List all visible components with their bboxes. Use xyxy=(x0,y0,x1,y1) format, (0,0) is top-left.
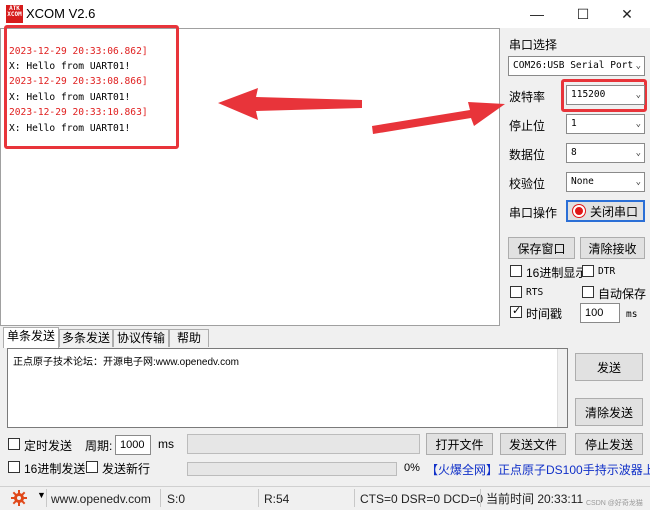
chevron-down-icon: ⌄ xyxy=(635,61,641,71)
watermark: CSDN @好奇龙猫 xyxy=(586,500,643,507)
auto-save-checkbox[interactable] xyxy=(582,286,594,298)
auto-save-label: 自动保存 xyxy=(598,287,647,301)
close-port-button[interactable]: 关闭串口 xyxy=(566,200,645,222)
period-label: 周期: xyxy=(85,439,113,453)
arrow-left-icon xyxy=(218,88,362,120)
timestamp-label: 时间戳 xyxy=(526,307,563,321)
status-sent-count: S:0 xyxy=(167,492,186,506)
clear-send-button[interactable]: 清除发送 xyxy=(575,398,643,426)
rts-checkbox[interactable] xyxy=(510,286,522,298)
timestamp-interval-input[interactable]: 100 xyxy=(580,303,620,323)
status-current-time: 当前时间 20:33:11 xyxy=(486,492,584,506)
port-select[interactable]: COM26:USB Serial Port ⌄ xyxy=(508,56,645,76)
save-window-button[interactable]: 保存窗口 xyxy=(508,237,575,259)
dtr-label: DTR xyxy=(598,266,616,277)
send-input[interactable]: 正点原子技术论坛：开源电子网:www.openedv.com xyxy=(7,348,568,428)
send-newline-label: 发送新行 xyxy=(102,462,151,476)
chevron-down-icon: ⌄ xyxy=(635,148,641,158)
port-status-icon xyxy=(572,205,585,217)
chevron-down-icon: ⌄ xyxy=(635,90,641,100)
timed-send-checkbox[interactable] xyxy=(8,438,20,450)
chevron-down-icon: ⌄ xyxy=(635,177,641,187)
status-line-states: CTS=0 DSR=0 DCD=0 xyxy=(360,492,484,506)
timestamp-unit: ms xyxy=(626,309,638,320)
parity-select[interactable]: None ⌄ xyxy=(566,172,645,192)
rts-label: RTS xyxy=(526,287,544,298)
timestamp-checkbox[interactable] xyxy=(510,304,522,318)
hex-display-checkbox[interactable] xyxy=(510,265,522,277)
hex-send-label: 16进制发送 xyxy=(24,462,86,476)
hex-display-label: 16进制显示 xyxy=(526,266,588,280)
status-received-count: R:54 xyxy=(264,492,290,506)
settings-gear-icon[interactable] xyxy=(9,489,29,507)
send-newline-checkbox[interactable] xyxy=(86,461,98,473)
tab-multi-send[interactable]: 多条发送 xyxy=(59,329,113,347)
data-bits-select[interactable]: 8 ⌄ xyxy=(566,143,645,163)
send-file-button[interactable]: 发送文件 xyxy=(500,433,566,455)
hex-send-checkbox[interactable] xyxy=(8,461,20,473)
status-url[interactable]: www.openedv.com xyxy=(51,490,151,508)
parity-label: 校验位 xyxy=(509,177,546,191)
send-progress-bar xyxy=(187,462,397,476)
file-path-field[interactable] xyxy=(187,434,420,454)
baud-rate-select[interactable]: 115200 ⌄ xyxy=(566,85,645,105)
timed-send-label: 定时发送 xyxy=(24,439,73,453)
data-bits-label: 数据位 xyxy=(509,148,546,162)
send-scrollbar[interactable] xyxy=(557,349,567,427)
tab-protocol[interactable]: 协议传输 xyxy=(113,329,169,347)
baud-rate-label: 波特率 xyxy=(509,90,546,104)
tab-single-send[interactable]: 单条发送 xyxy=(3,327,59,348)
settings-dropdown-icon[interactable]: ▼ xyxy=(37,490,46,500)
period-input[interactable]: 1000 xyxy=(115,435,151,455)
stop-bits-select[interactable]: 1 ⌄ xyxy=(566,114,645,134)
port-select-label: 串口选择 xyxy=(509,38,558,52)
chevron-down-icon: ⌄ xyxy=(635,119,641,129)
send-button[interactable]: 发送 xyxy=(575,353,643,381)
arrow-right-icon xyxy=(372,102,505,134)
dtr-checkbox[interactable] xyxy=(582,265,594,277)
open-file-button[interactable]: 打开文件 xyxy=(426,433,493,455)
tab-help[interactable]: 帮助 xyxy=(169,329,209,347)
clear-receive-button[interactable]: 清除接收 xyxy=(580,237,645,259)
port-operation-label: 串口操作 xyxy=(509,206,558,220)
ad-link[interactable]: 【火爆全网】正点原子DS100手持示波器上市 xyxy=(426,461,650,478)
stop-bits-label: 停止位 xyxy=(509,119,546,133)
period-unit: ms xyxy=(158,437,174,451)
stop-send-button[interactable]: 停止发送 xyxy=(575,433,643,455)
send-progress-label: 0% xyxy=(404,462,420,474)
